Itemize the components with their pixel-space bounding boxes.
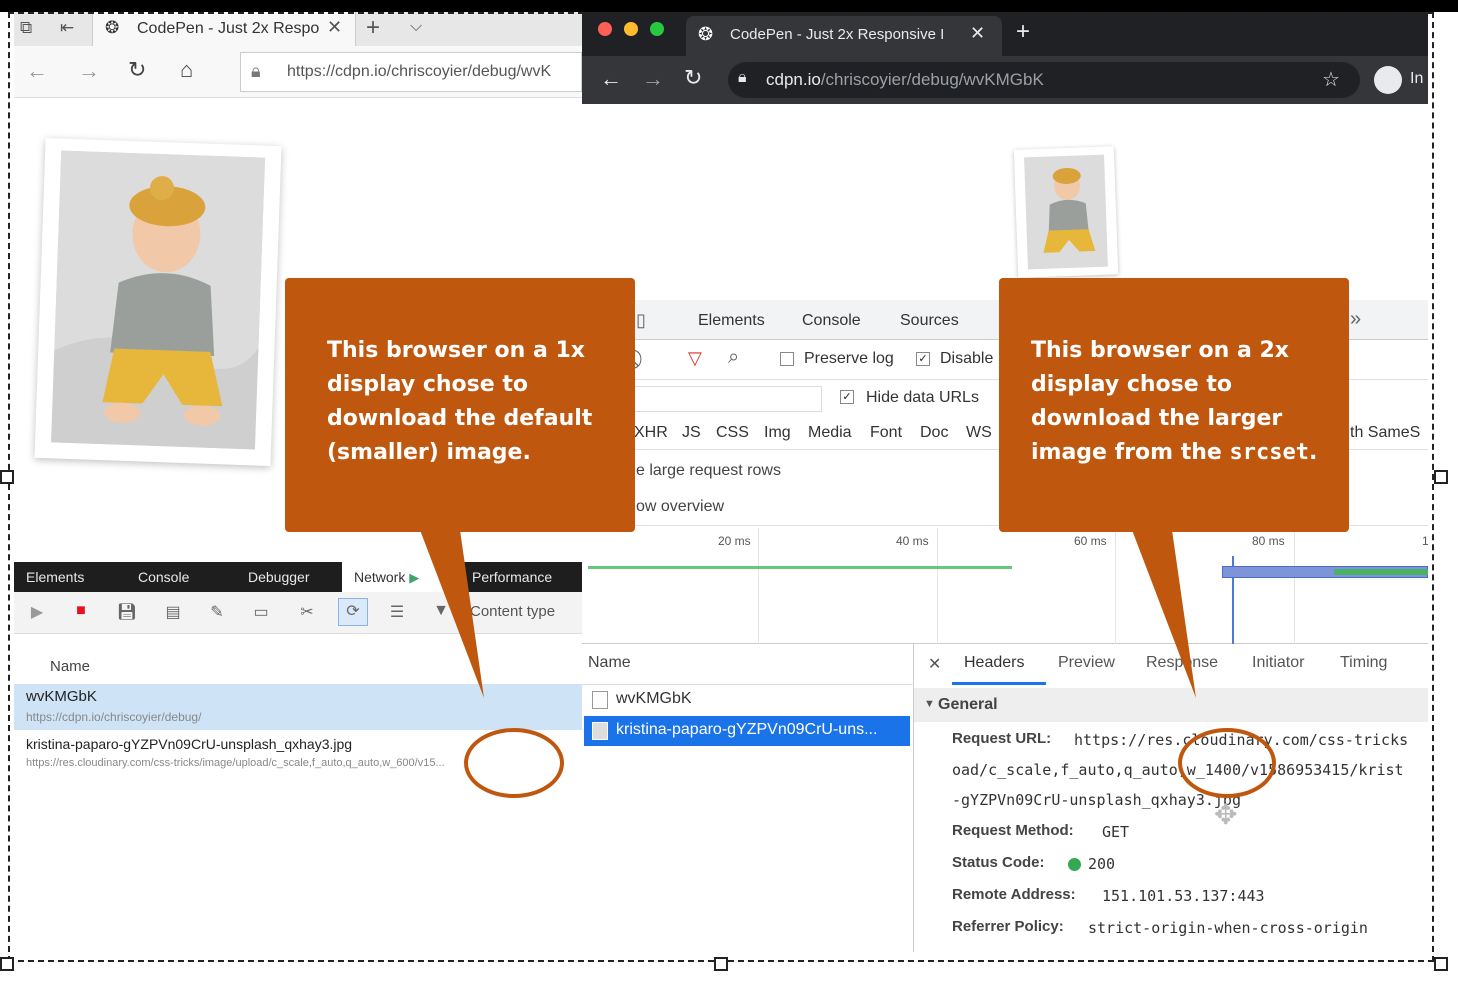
selection-frame [8,12,1434,962]
resize-handle-bottom-left[interactable] [0,957,14,971]
resize-handle-bottom-right[interactable] [1434,957,1448,971]
resize-handle-left[interactable] [0,470,14,484]
resize-handle-bottom[interactable] [714,957,728,971]
resize-handle-right[interactable] [1434,470,1448,484]
